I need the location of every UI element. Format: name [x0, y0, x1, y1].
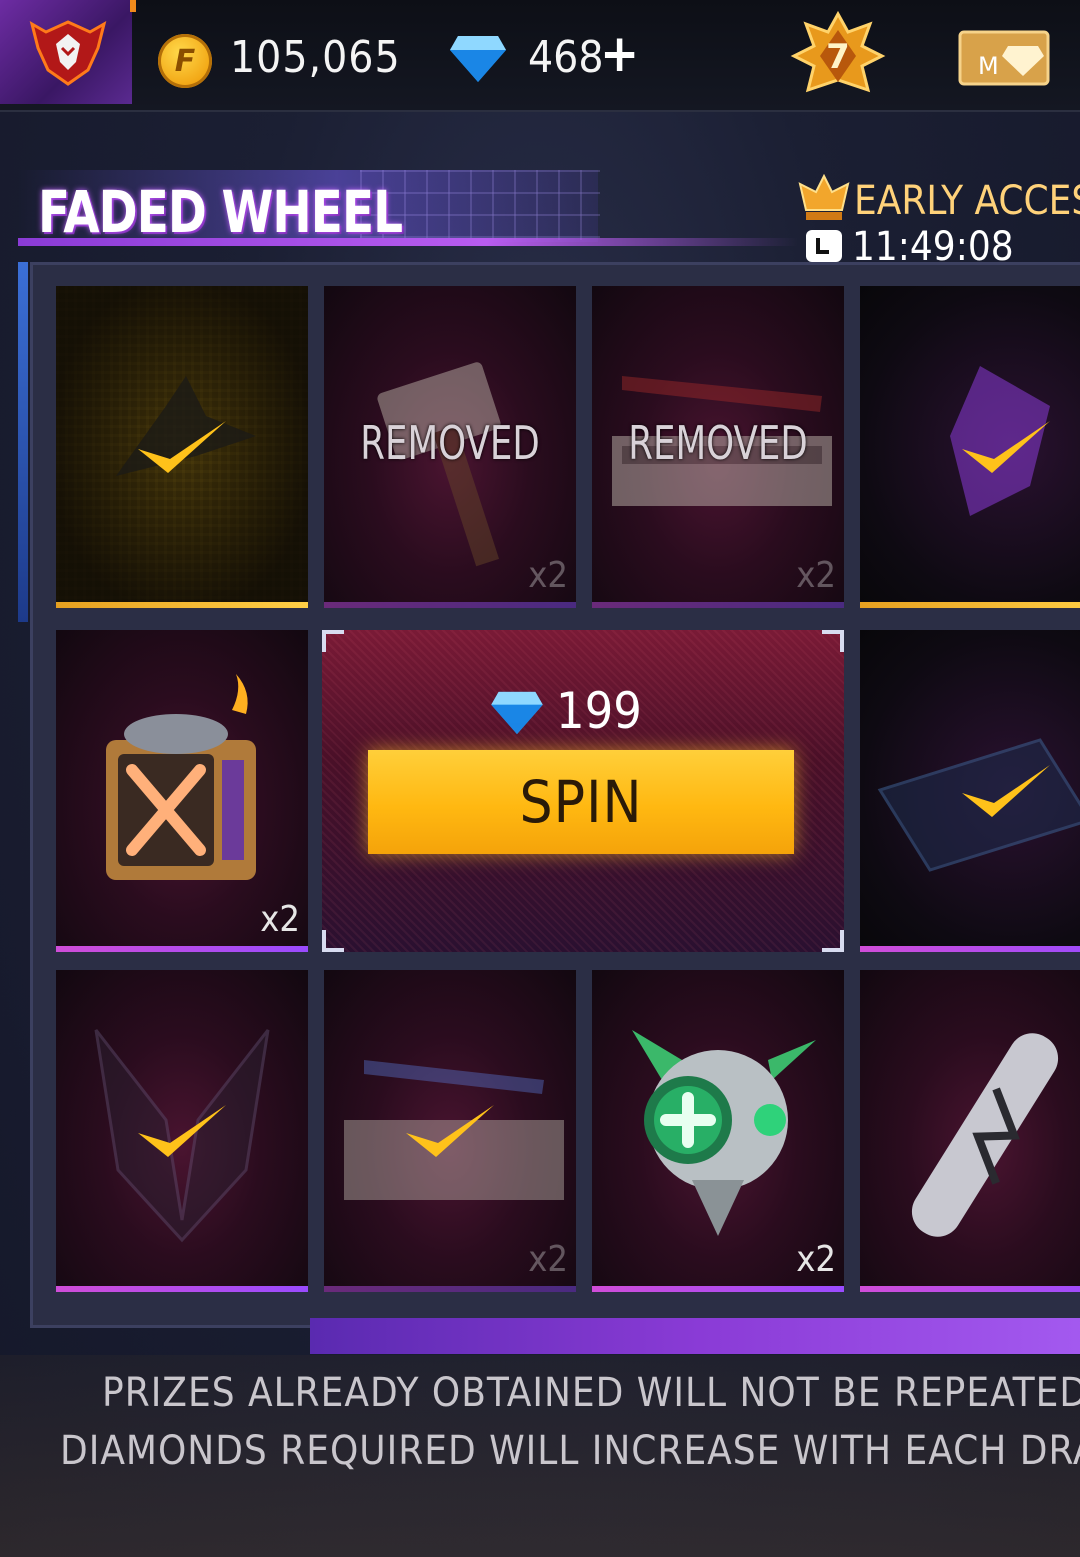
spin-button[interactable]: SPIN	[368, 750, 794, 854]
diamond-balance: 468	[528, 32, 604, 83]
prize-tile-9[interactable]: x2	[592, 970, 844, 1292]
membership-icon[interactable]: M	[958, 28, 1050, 88]
corner-bracket	[822, 930, 844, 952]
checkmark-icon	[962, 765, 1051, 817]
prize-tile-8[interactable]: x2	[324, 970, 576, 1292]
spin-panel: 199 SPIN	[322, 630, 844, 952]
info-note-cost: DIAMONDS REQUIRED WILL INCREASE WITH EAC…	[60, 1428, 1080, 1474]
skateboard-icon	[911, 1033, 1059, 1237]
rarity-bar	[324, 602, 576, 608]
gold-balance: 105,065	[230, 32, 401, 83]
prize-tile-10[interactable]	[860, 970, 1080, 1292]
checkmark-icon	[138, 1105, 226, 1157]
level-number: 7	[826, 37, 850, 77]
gold-coin-icon: F	[158, 34, 212, 88]
page-title: FADED WHEEL	[38, 178, 403, 246]
removed-label: REMOVED	[628, 416, 808, 470]
coin-symbol: F	[174, 43, 196, 79]
early-access-label: EARLY ACCES	[854, 178, 1080, 224]
crown-icon	[798, 174, 850, 220]
quantity-label: x2	[796, 555, 836, 596]
header-underline	[18, 238, 798, 246]
corner-bracket	[822, 630, 844, 652]
rarity-bar	[860, 946, 1080, 952]
clock-icon	[806, 230, 842, 262]
rank-emblem-icon	[29, 20, 107, 86]
level-badge-icon[interactable]: 7	[790, 10, 886, 100]
rarity-bar	[324, 1286, 576, 1292]
rarity-bar	[56, 1286, 308, 1292]
corner-bracket	[322, 930, 344, 952]
top-bar: F 105,065 468 + 7 M	[0, 0, 1080, 112]
rarity-bar	[592, 602, 844, 608]
quantity-label: x2	[260, 899, 300, 940]
membership-letter: M	[978, 52, 999, 80]
rarity-bar	[56, 602, 308, 608]
rarity-bar	[860, 602, 1080, 608]
prize-tile-1[interactable]	[56, 286, 308, 608]
checkmark-icon	[138, 421, 226, 473]
checkmark-icon	[962, 421, 1051, 473]
prize-tile-7[interactable]	[56, 970, 308, 1292]
board-footer-strip	[310, 1318, 1080, 1354]
quantity-label: x2	[796, 1239, 836, 1280]
info-note-repeat: PRIZES ALREADY OBTAINED WILL NOT BE REPE…	[102, 1370, 1080, 1416]
quantity-label: x2	[528, 1239, 568, 1280]
prize-tile-5[interactable]: x2	[56, 630, 308, 952]
player-avatar[interactable]	[0, 0, 132, 104]
diamond-icon	[450, 36, 506, 82]
notification-tick	[130, 0, 136, 12]
diamond-icon	[491, 691, 543, 735]
side-accent	[18, 262, 28, 622]
checkmark-icon	[406, 1105, 494, 1157]
quantity-label: x2	[528, 555, 568, 596]
rarity-bar	[592, 1286, 844, 1292]
corner-bracket	[322, 630, 344, 652]
prize-tile-6[interactable]	[860, 630, 1080, 952]
prize-tile-4[interactable]	[860, 286, 1080, 608]
topup-button[interactable]: +	[600, 24, 639, 84]
rarity-bar	[56, 946, 308, 952]
prize-tile-2[interactable]: REMOVED x2	[324, 286, 576, 608]
rarity-bar	[860, 1286, 1080, 1292]
removed-label: REMOVED	[360, 416, 540, 470]
spin-cost: 199	[556, 682, 642, 740]
prize-tile-3[interactable]: REMOVED x2	[592, 286, 844, 608]
